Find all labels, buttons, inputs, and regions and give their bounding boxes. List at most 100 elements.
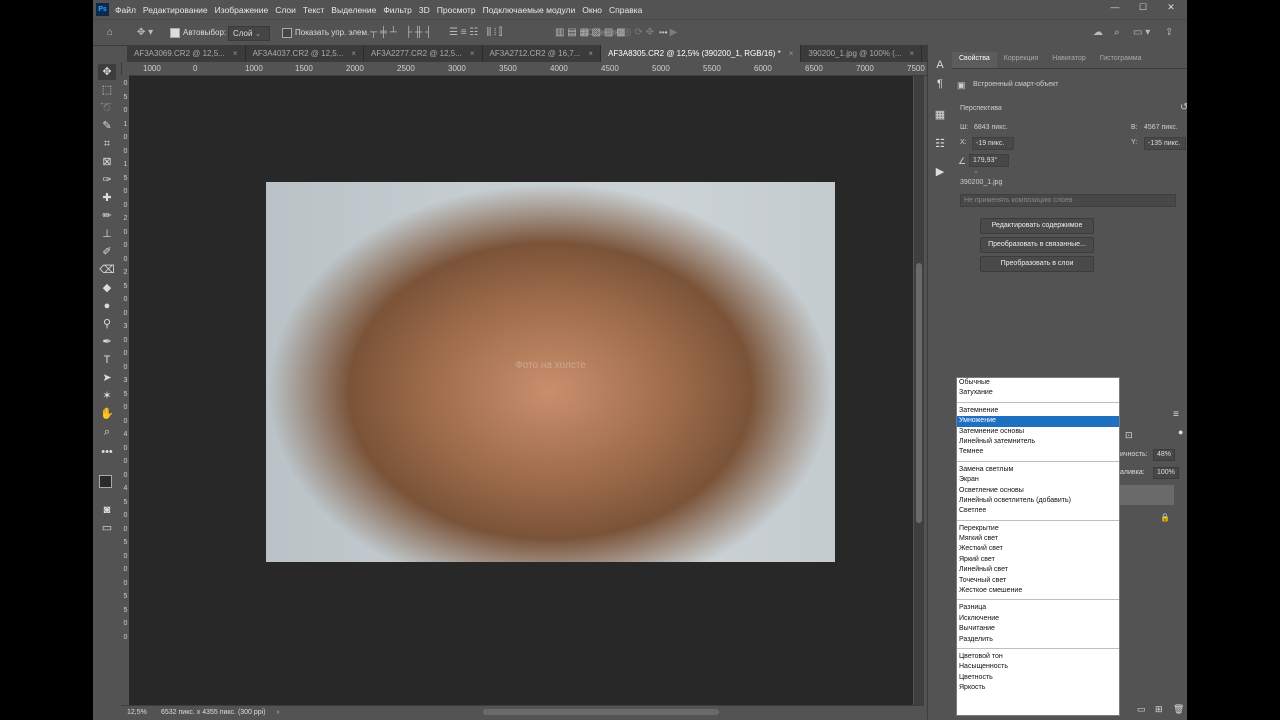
opacity-value[interactable]: 48% <box>1153 449 1176 461</box>
angle-field[interactable]: 179,93° ⌄ <box>969 154 1009 175</box>
blend-mode-option[interactable]: Затемнение основы <box>957 427 1119 437</box>
tab-navigator[interactable]: Навигатор <box>1045 52 1093 68</box>
dodge-tool-icon[interactable]: ⚲ <box>98 316 116 332</box>
minimize-button[interactable]: — <box>1105 2 1125 13</box>
tab-histogram[interactable]: Гистограмма <box>1093 52 1149 68</box>
vertical-scrollbar[interactable] <box>914 76 924 705</box>
blend-mode-option[interactable]: Осветление основы <box>957 486 1119 496</box>
menu-filter[interactable]: Фильтр <box>383 5 412 15</box>
doc-tab[interactable]: AF3A4037.CR2 @ 12,5... × <box>246 45 365 62</box>
blend-mode-option[interactable]: Точечный свет <box>957 576 1119 586</box>
eyedropper-icon[interactable]: ✑ <box>98 172 116 188</box>
maximize-button[interactable]: ☐ <box>1133 2 1153 13</box>
blend-mode-option[interactable]: Обычные <box>957 378 1119 388</box>
frame-tool-icon[interactable]: ⊠ <box>98 154 116 170</box>
auto-select-toggle[interactable]: Автовыбор: <box>170 26 226 39</box>
menu-plugins[interactable]: Подключаемые модули <box>483 5 576 15</box>
move-tool-preset-icon[interactable]: ✥ ▾ <box>137 26 153 39</box>
blend-mode-option[interactable]: Затемнение <box>957 406 1119 416</box>
foreground-color-swatch[interactable] <box>99 475 112 488</box>
convert-to-layers-button[interactable]: Преобразовать в слои <box>980 256 1094 272</box>
layer-filter-icon[interactable]: ⊡ <box>1125 430 1133 441</box>
3d-tools-group[interactable]: ◎ ⟳ ✥ ⇔ ▶ <box>623 26 677 39</box>
filter-toggle-icon[interactable]: ● <box>1178 427 1183 437</box>
blend-mode-option[interactable]: Экран <box>957 475 1119 485</box>
actions-play-icon[interactable]: ▶ <box>932 165 948 179</box>
blend-mode-option[interactable]: Линейный свет <box>957 565 1119 575</box>
blend-mode-option[interactable]: Разделить <box>957 635 1119 645</box>
convert-to-linked-button[interactable]: Преобразовать в связанные... <box>980 237 1094 253</box>
doc-tab[interactable]: AF3A2712.CR2 @ 16,7... × <box>483 45 602 62</box>
edit-contents-button[interactable]: Редактировать содержимое <box>980 218 1094 234</box>
doc-tab[interactable]: AF3A2277.CR2 @ 12,5... × <box>364 45 483 62</box>
blend-mode-option[interactable]: Темнее <box>957 447 1119 457</box>
healing-brush-icon[interactable]: ✚ <box>98 190 116 206</box>
align-buttons-group-1[interactable]: ┬ ╪ ┴ ├ ╫ ┤ <box>370 26 432 39</box>
tab-properties[interactable]: Свойства <box>952 52 997 68</box>
blend-mode-option[interactable]: Линейный осветлитель (добавить) <box>957 496 1119 506</box>
blur-tool-icon[interactable]: ● <box>98 298 116 314</box>
quick-mask-icon[interactable]: ◙ <box>98 502 116 518</box>
share-icon[interactable]: ⇪ <box>1165 26 1173 39</box>
clone-stamp-icon[interactable]: ⊥ <box>98 226 116 242</box>
close-tab-icon[interactable]: × <box>909 45 914 62</box>
edit-toolbar-icon[interactable]: ••• <box>98 444 116 460</box>
auto-select-checkbox[interactable] <box>170 27 180 38</box>
menu-3d[interactable]: 3D <box>419 5 430 15</box>
panel-menu-icon[interactable]: ≡ <box>1173 409 1179 420</box>
character-panel-icon[interactable]: A <box>932 59 948 73</box>
type-tool-icon[interactable]: T <box>98 352 116 368</box>
close-tab-icon[interactable]: × <box>789 45 794 62</box>
channels-panel-icon[interactable]: ☷ <box>932 137 948 151</box>
width-value[interactable]: 6843 пикс. <box>974 124 1008 131</box>
brush-tool-icon[interactable]: ✏ <box>98 208 116 224</box>
screen-mode-icon[interactable]: ▭ <box>98 520 116 536</box>
grid-panel-icon[interactable]: ▦ <box>932 108 948 122</box>
vertical-scroll-thumb[interactable] <box>916 263 922 523</box>
blend-mode-option[interactable]: Яркий свет <box>957 555 1119 565</box>
path-selection-icon[interactable]: ➤ <box>98 370 116 386</box>
layer-comps-select[interactable]: Не применять композицию слоев <box>960 194 1176 207</box>
history-brush-icon[interactable]: ✐ <box>98 244 116 260</box>
blend-mode-option[interactable]: Линейный затемнитель <box>957 437 1119 447</box>
menu-select[interactable]: Выделение <box>331 5 376 15</box>
menu-layers[interactable]: Слои <box>275 5 296 15</box>
blend-mode-option[interactable]: Яркость <box>957 683 1119 693</box>
close-button[interactable]: ✕ <box>1161 2 1181 13</box>
canvas-photo[interactable]: Фото на холсте <box>266 182 835 562</box>
search-icon[interactable]: ⌕ <box>1114 26 1120 39</box>
blend-mode-option[interactable]: Умножение <box>957 416 1119 427</box>
zoom-level[interactable]: 12,5% <box>127 709 147 716</box>
horizontal-scroll-thumb[interactable] <box>483 709 719 715</box>
new-group-icon[interactable]: ▭ <box>1137 704 1146 715</box>
blend-mode-option[interactable]: Жесткий свет <box>957 544 1119 554</box>
blend-mode-dropdown[interactable]: Обычные Затухание Затемнение Умножение Затем… <box>956 377 1120 716</box>
crop-tool-icon[interactable]: ⌗ <box>98 136 116 152</box>
close-tab-icon[interactable]: × <box>233 45 238 62</box>
blend-mode-option[interactable]: Вычитание <box>957 624 1119 634</box>
close-tab-icon[interactable]: × <box>351 45 356 62</box>
gradient-tool-icon[interactable]: ◆ <box>98 280 116 296</box>
status-menu-arrow[interactable]: › <box>277 709 279 716</box>
blend-mode-option[interactable]: Исключение <box>957 614 1119 624</box>
tab-adjustments[interactable]: Коррекция <box>997 52 1045 68</box>
zoom-tool-icon[interactable]: ⌕ <box>98 424 116 440</box>
distribute-buttons-group[interactable]: ☰ ≡ ☷ ⫼ ⦙ ⫿ <box>449 26 502 39</box>
marquee-tool-icon[interactable]: ⬚ <box>98 82 116 98</box>
eraser-tool-icon[interactable]: ⌫ <box>98 262 116 278</box>
doc-tab-active[interactable]: AF3A8305.CR2 @ 12,5% (390200_1, RGB/16) … <box>601 45 802 62</box>
delete-layer-icon[interactable]: 🗑 <box>1173 704 1184 715</box>
shape-tool-icon[interactable]: ✶ <box>98 388 116 404</box>
blend-mode-option[interactable]: Замена светлым <box>957 465 1119 475</box>
blend-mode-option[interactable]: Перекрытие <box>957 524 1119 534</box>
home-icon[interactable]: ⌂ <box>107 26 113 39</box>
layer-row-selected[interactable] <box>1118 485 1174 505</box>
menu-file[interactable]: Файл <box>115 5 136 15</box>
reset-icon[interactable]: ↺ <box>1180 102 1187 113</box>
workspace-icon[interactable]: ▭ ▾ <box>1133 26 1150 39</box>
blend-mode-option[interactable]: Затухание <box>957 388 1119 398</box>
blend-mode-option[interactable]: Насыщенность <box>957 662 1119 672</box>
lasso-tool-icon[interactable]: ➰ <box>98 100 116 116</box>
menu-view[interactable]: Просмотр <box>437 5 476 15</box>
pen-tool-icon[interactable]: ✒ <box>98 334 116 350</box>
